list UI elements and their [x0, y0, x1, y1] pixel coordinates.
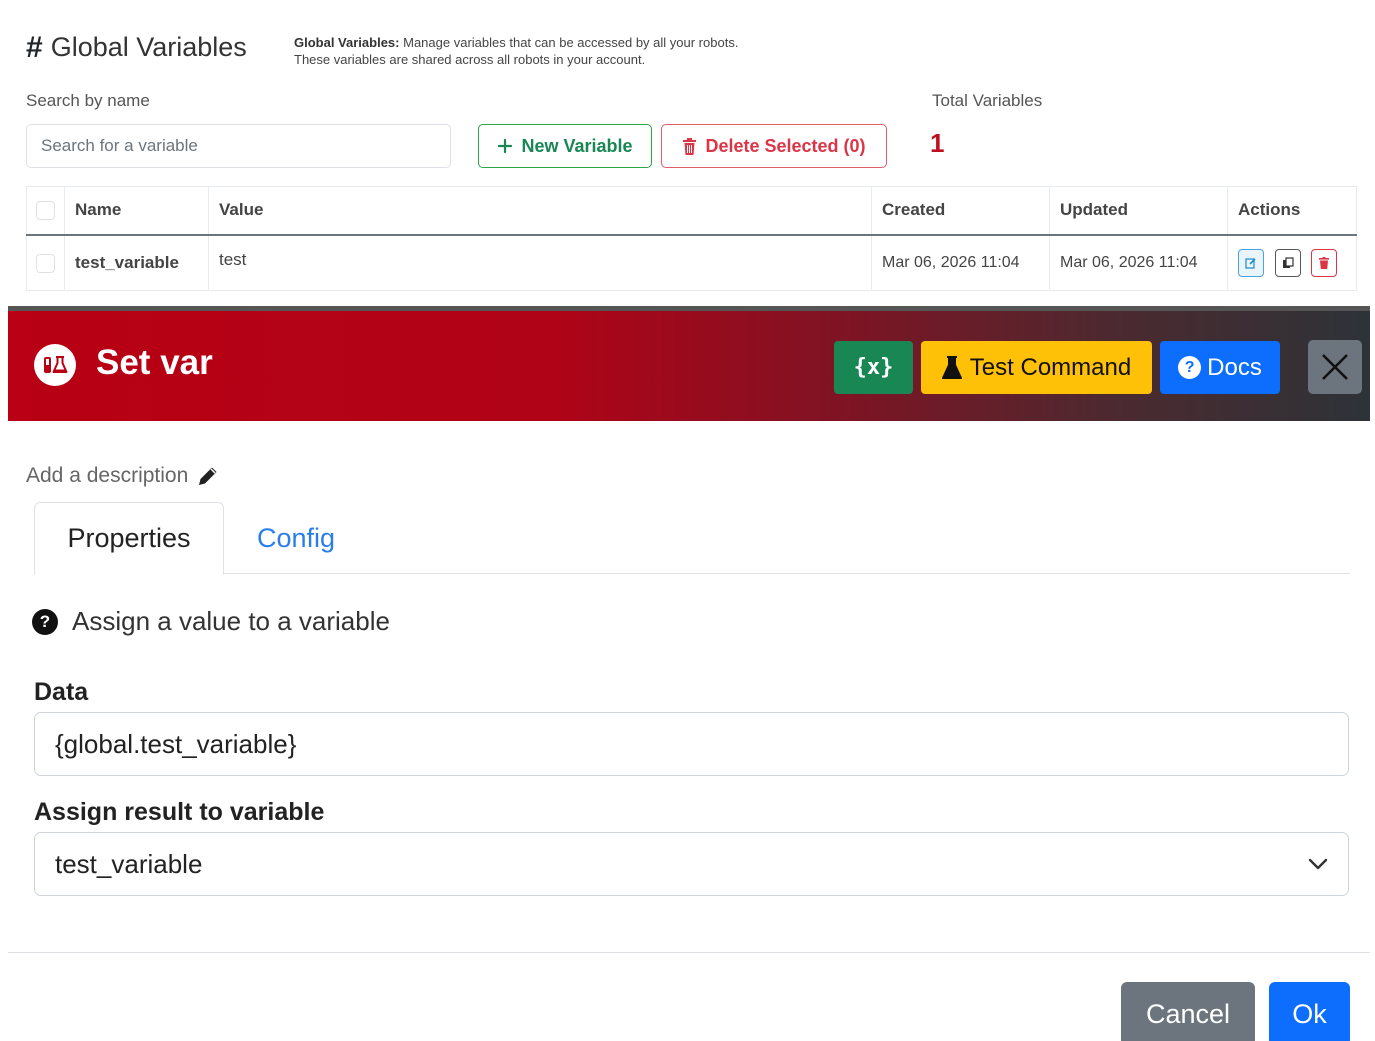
variable-value: test [208, 234, 872, 291]
description-placeholder: Add a description [26, 464, 189, 487]
lab-icon [34, 344, 76, 386]
chevron-down-icon [1308, 858, 1328, 870]
new-variable-button[interactable]: New Variable [478, 124, 652, 168]
modal-title: Set var [96, 343, 213, 382]
tab-properties[interactable]: Properties [34, 502, 224, 575]
select-all-checkbox[interactable] [36, 201, 55, 221]
modal-header: Set var {x} Test Command ? Docs [8, 311, 1370, 421]
delete-selected-button[interactable]: Delete Selected (0) [661, 124, 887, 168]
set-var-modal: Set var {x} Test Command ? Docs Add a de… [8, 306, 1370, 1041]
row-select-cell [26, 234, 65, 291]
assign-label: Assign result to variable [34, 798, 325, 826]
cancel-button[interactable]: Cancel [1121, 982, 1255, 1041]
description-editor[interactable]: Add a description [26, 464, 220, 488]
page-title-text: Global Variables [50, 32, 247, 62]
data-input[interactable]: {global.test_variable} [34, 712, 1349, 776]
table-row: test_variable test Mar 06, 2026 11:04 Ma… [26, 234, 1357, 291]
page-title: # Global Variables [26, 32, 247, 63]
variables-table: Name Value Created Updated Actions test_… [26, 186, 1357, 291]
description-line2: These variables are shared across all ro… [294, 52, 646, 67]
close-button[interactable] [1308, 340, 1362, 394]
copy-icon [1282, 257, 1294, 268]
column-header-created[interactable]: Created [871, 186, 1050, 236]
ok-button[interactable]: Ok [1269, 982, 1350, 1041]
close-icon [1322, 354, 1348, 380]
row-checkbox[interactable] [36, 253, 55, 273]
description-bold: Global Variables: [294, 35, 400, 50]
pencil-icon [199, 467, 217, 485]
delete-selected-label: Delete Selected (0) [705, 135, 866, 156]
hash-icon: # [26, 30, 43, 64]
column-header-name[interactable]: Name [64, 186, 209, 236]
description-line1: Manage variables that can be accessed by… [403, 35, 739, 50]
data-label: Data [34, 678, 89, 706]
column-header-actions: Actions [1227, 186, 1357, 236]
flask-icon [941, 355, 962, 379]
help-row: ? Assign a value to a variable [32, 606, 390, 637]
trash-icon [683, 137, 697, 155]
global-variables-panel: # Global Variables Global Variables: Man… [0, 0, 1375, 306]
docs-button[interactable]: ? Docs [1160, 341, 1280, 394]
plus-icon [498, 138, 513, 154]
edit-icon [1245, 258, 1256, 269]
total-variables-label: Total Variables [932, 91, 1043, 110]
search-input[interactable] [26, 124, 451, 168]
total-variables-count: 1 [930, 128, 945, 158]
copy-button[interactable] [1274, 248, 1301, 277]
edit-button[interactable] [1238, 248, 1264, 277]
assign-variable-value: test_variable [55, 848, 203, 879]
variables-button[interactable]: {x} [834, 341, 913, 394]
docs-label: Docs [1207, 353, 1262, 381]
select-all-cell [26, 186, 65, 236]
modal-tabs: Properties Config [34, 502, 1350, 575]
test-command-button[interactable]: Test Command [921, 341, 1152, 394]
row-actions [1227, 234, 1357, 291]
test-command-label: Test Command [969, 353, 1132, 381]
assign-variable-select[interactable]: test_variable [34, 832, 1349, 896]
search-label: Search by name [26, 91, 150, 110]
question-circle-icon: ? [32, 608, 58, 635]
column-header-updated[interactable]: Updated [1049, 186, 1228, 236]
modal-footer-divider [8, 952, 1370, 953]
column-header-value[interactable]: Value [208, 186, 872, 236]
tab-config[interactable]: Config [224, 502, 368, 574]
new-variable-label: New Variable [521, 135, 633, 156]
trash-icon [1319, 256, 1330, 269]
variable-created: Mar 06, 2026 11:04 [871, 234, 1050, 291]
help-text: Assign a value to a variable [72, 606, 390, 636]
table-header-row: Name Value Created Updated Actions [26, 186, 1357, 236]
question-circle-icon: ? [1178, 356, 1202, 379]
delete-row-button[interactable] [1311, 248, 1338, 277]
variable-name: test_variable [64, 234, 209, 291]
variable-updated: Mar 06, 2026 11:04 [1049, 234, 1228, 291]
page-description: Global Variables: Manage variables that … [294, 34, 738, 68]
